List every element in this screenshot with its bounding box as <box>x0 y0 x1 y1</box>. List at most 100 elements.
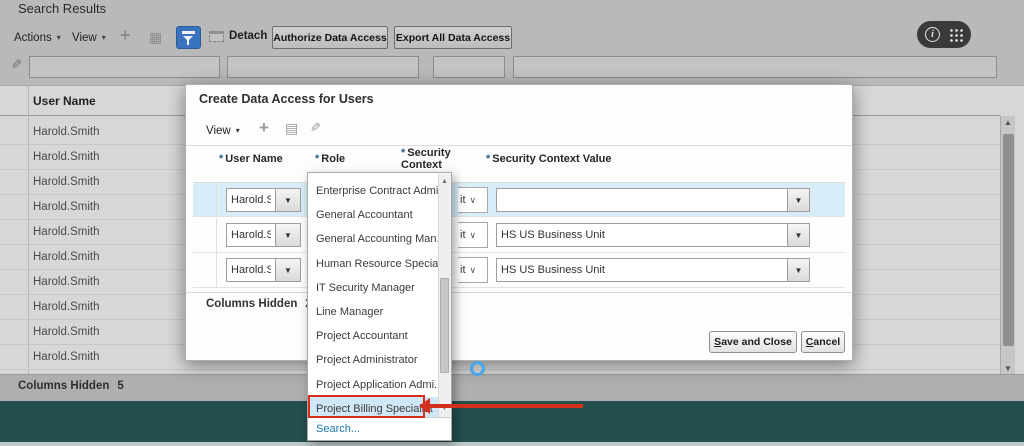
user-name-input[interactable] <box>226 258 276 282</box>
dialog-table-row[interactable]: ▼ it ∨ ▼ <box>193 182 845 217</box>
security-context-value-input[interactable] <box>496 188 788 212</box>
user-name-input[interactable] <box>226 223 276 247</box>
security-context-text: it <box>460 229 466 241</box>
save-and-close-button[interactable]: Save and Close <box>709 331 797 353</box>
filter-input[interactable] <box>29 56 220 78</box>
user-name-dropdown-button[interactable]: ▼ <box>276 258 301 282</box>
query-by-example-button[interactable] <box>176 26 201 49</box>
dropdown-item[interactable]: Project Application Admi... <box>308 373 438 397</box>
dropdown-item[interactable]: General Accountant <box>308 203 438 227</box>
security-context-select[interactable]: it ∨ <box>458 222 488 248</box>
detach-icon[interactable] <box>209 31 224 42</box>
button-label: ave and Close <box>721 336 792 348</box>
filter-input[interactable] <box>513 56 997 78</box>
dropdown-item[interactable]: Enterprise Contract Admi... <box>308 179 438 203</box>
dialog-toolbar-divider <box>186 145 852 146</box>
add-icon[interactable]: + <box>120 26 131 44</box>
bottom-strip <box>0 442 1024 446</box>
edit-columns-icon[interactable]: ▦ <box>149 30 162 44</box>
caret-down-icon: ▾ <box>236 127 240 135</box>
dialog-table-row[interactable]: ▼ it ∨ ▼ <box>193 253 845 288</box>
cancel-button[interactable]: Cancel <box>801 331 845 353</box>
dialog-table-row[interactable]: ▼ it ∨ ▼ <box>193 218 845 253</box>
dialog-column-header-security-context-value: *Security Context Value <box>486 153 612 165</box>
dialog-column-header-security-context: *Security Context <box>401 147 465 171</box>
dialog-column-header-role: *Role <box>315 153 345 165</box>
filter-edit-pencil-icon[interactable]: ✎ <box>11 58 22 71</box>
dropdown-item[interactable]: Project Accountant <box>308 324 438 348</box>
security-context-value-input[interactable] <box>496 258 788 282</box>
dropdown-item[interactable]: Project Administrator <box>308 348 438 372</box>
dialog-view-menu[interactable]: View ▾ <box>206 123 240 139</box>
dialog-view-menu-label: View <box>206 125 231 137</box>
dialog-table-bottom-divider <box>186 292 852 293</box>
dialog-add-row-icon[interactable]: + <box>259 119 269 136</box>
security-context-value-dropdown-button[interactable]: ▼ <box>788 188 810 212</box>
dropdown-scrollbar[interactable]: ▲ ▼ <box>438 174 451 418</box>
global-actions-pill: i <box>917 21 971 48</box>
chevron-down-icon: ∨ <box>470 230 477 241</box>
annotation-highlight-box <box>308 395 425 418</box>
dropdown-search-link[interactable]: Search... <box>308 417 451 440</box>
dropdown-item[interactable]: General Accounting Man... <box>308 227 438 251</box>
dropdown-item[interactable]: Human Resource Specia... <box>308 252 438 276</box>
view-menu[interactable]: View ▾ <box>72 30 106 46</box>
row-selector-cell[interactable] <box>193 218 217 252</box>
actions-menu[interactable]: Actions ▾ <box>14 30 61 46</box>
authorize-data-access-button[interactable]: Authorize Data Access <box>272 26 388 49</box>
button-label: ancel <box>813 336 840 348</box>
view-menu-label: View <box>72 32 97 44</box>
columns-hidden-band <box>0 374 1024 401</box>
columns-hidden-label: Columns Hidden <box>206 298 297 310</box>
header-label: Security Context <box>401 147 451 171</box>
row-selector-cell[interactable] <box>193 253 217 287</box>
column-header-user-name[interactable]: User Name <box>33 94 96 108</box>
annotation-arrow-line <box>429 404 583 408</box>
vertical-scrollbar[interactable]: ▲ ▼ <box>1000 116 1015 380</box>
screen: Search Results Actions ▾ View ▾ + ▦ Deta… <box>0 0 1024 446</box>
chevron-down-icon: ∨ <box>470 195 477 206</box>
filter-input[interactable] <box>227 56 419 78</box>
role-dropdown-items: Enterprise Contract Admi... General Acco… <box>308 173 438 421</box>
columns-hidden-count: 5 <box>117 380 123 392</box>
dialog-column-header-user-name: *User Name <box>219 153 283 165</box>
scrollbar-thumb[interactable] <box>1003 134 1014 346</box>
actions-menu-label: Actions <box>14 32 52 44</box>
dialog-edit-icon[interactable]: ✎ <box>310 121 321 134</box>
user-name-input[interactable] <box>226 188 276 212</box>
scroll-down-icon[interactable]: ▼ <box>1004 365 1012 373</box>
user-name-dropdown-button[interactable]: ▼ <box>276 223 301 247</box>
user-name-dropdown-button[interactable]: ▼ <box>276 188 301 212</box>
required-marker: * <box>315 153 319 165</box>
security-context-value-input[interactable] <box>496 223 788 247</box>
export-all-data-access-button[interactable]: Export All Data Access <box>394 26 512 49</box>
info-icon[interactable]: i <box>925 27 940 42</box>
caret-down-icon: ▾ <box>102 34 106 42</box>
header-label: Security Context Value <box>492 153 611 165</box>
annotation-arrow-head-icon <box>419 398 430 414</box>
dropdown-item[interactable]: Line Manager <box>308 300 438 324</box>
dropdown-item[interactable]: IT Security Manager <box>308 276 438 300</box>
filter-input[interactable] <box>433 56 505 78</box>
security-context-value-dropdown-button[interactable]: ▼ <box>788 223 810 247</box>
scrollbar-thumb[interactable] <box>440 278 449 373</box>
cursor-click-indicator <box>470 361 485 376</box>
caret-down-icon: ▾ <box>57 34 61 42</box>
apps-grid-icon[interactable] <box>948 27 963 42</box>
required-marker: * <box>401 147 405 159</box>
security-context-select[interactable]: it ∨ <box>458 257 488 283</box>
header-label: User Name <box>225 153 282 165</box>
scroll-up-icon[interactable]: ▲ <box>441 178 448 185</box>
filter-icon <box>182 31 195 34</box>
detach-button-label[interactable]: Detach <box>229 30 267 42</box>
dialog-duplicate-icon[interactable]: ▤ <box>285 121 298 135</box>
security-context-value-dropdown-button[interactable]: ▼ <box>788 258 810 282</box>
required-marker: * <box>486 153 490 165</box>
scroll-up-icon[interactable]: ▲ <box>1004 119 1012 127</box>
row-selector-cell[interactable] <box>193 183 217 216</box>
security-context-text: it <box>460 264 466 276</box>
columns-hidden-label: Columns Hidden <box>18 380 109 392</box>
required-marker: * <box>219 153 223 165</box>
security-context-text: it <box>460 194 466 206</box>
security-context-select[interactable]: it ∨ <box>458 187 488 213</box>
